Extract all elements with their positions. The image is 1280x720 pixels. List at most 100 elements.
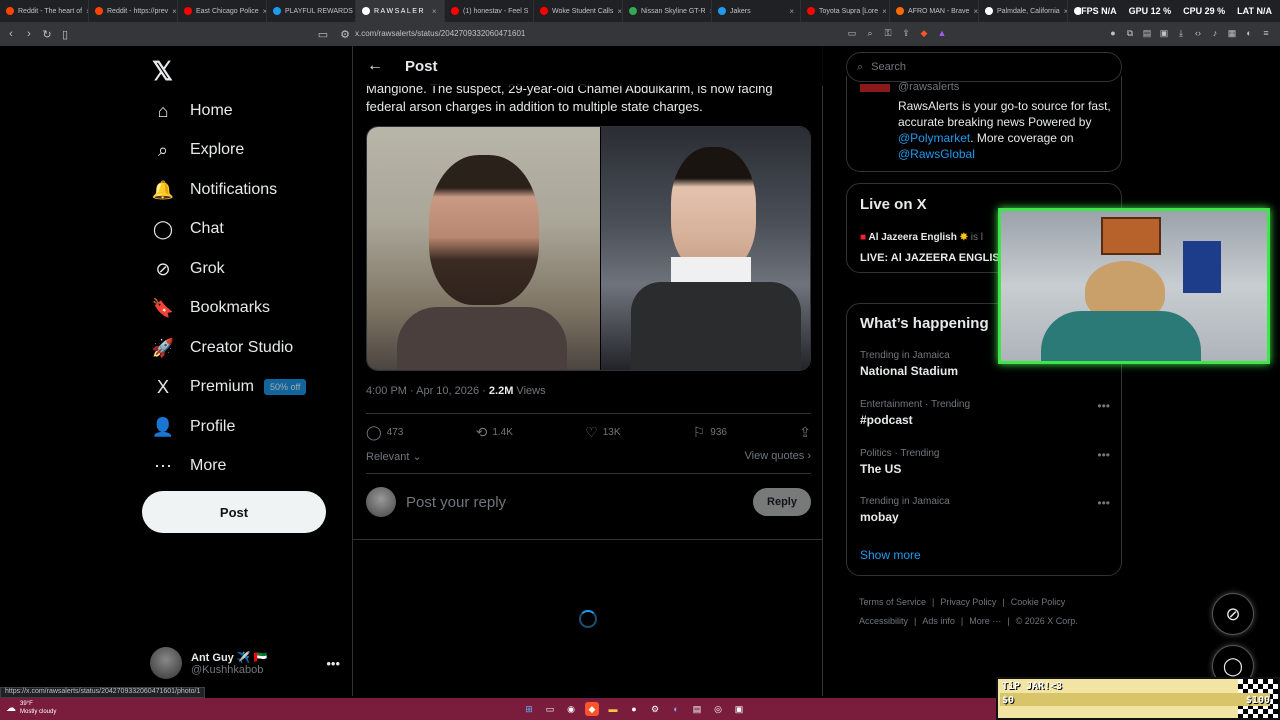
- brave-taskbar-icon[interactable]: ◆: [585, 702, 599, 716]
- account-switcher[interactable]: Ant Guy ✈️ 🇦🇪 @Kushhkabob •••: [150, 643, 340, 683]
- forward-icon[interactable]: ›: [22, 27, 36, 41]
- downloads-icon[interactable]: ⤓: [1175, 27, 1187, 39]
- nav-item-notifications[interactable]: 🔔 Notifications: [152, 179, 277, 201]
- brave-rewards-icon[interactable]: ▲: [936, 27, 948, 39]
- browser-tab[interactable]: Nissan Skyline GT-R×: [623, 0, 712, 22]
- nav-item-more[interactable]: ⋯ More: [152, 455, 226, 477]
- post-timestamp[interactable]: 4:00 PM · Apr 10, 2026 ·: [366, 385, 489, 397]
- tab-close-icon[interactable]: ×: [789, 7, 794, 16]
- browser-tab[interactable]: RAWSALER ×: [356, 0, 445, 22]
- reading-list-icon[interactable]: ▦: [1226, 27, 1238, 39]
- reply-input[interactable]: Post your reply: [406, 494, 506, 511]
- nav-item-chat[interactable]: ◯ Chat: [152, 218, 224, 240]
- file-explorer-icon[interactable]: ▬: [606, 702, 620, 716]
- footer-link[interactable]: Terms of Service: [859, 597, 926, 607]
- footer-link[interactable]: More ···: [969, 616, 1001, 626]
- back-arrow-icon[interactable]: ←: [367, 57, 383, 75]
- x-logo-icon[interactable]: 𝕏: [152, 56, 173, 87]
- brave-shield-icon[interactable]: ◆: [918, 27, 930, 39]
- live-stream-title[interactable]: LIVE: Al JAZEERA ENGLIS: [860, 252, 1000, 264]
- vpn-icon[interactable]: ●: [1107, 27, 1119, 39]
- browser-tab[interactable]: Reddit - https://prev ×: [89, 0, 178, 22]
- repost-action[interactable]: ⟲ 1.4K: [476, 424, 513, 441]
- wallet-icon[interactable]: ▣: [1158, 27, 1170, 39]
- profile-icon[interactable]: ◐: [1243, 27, 1255, 39]
- start-icon[interactable]: ⊞: [522, 702, 536, 716]
- settings-icon[interactable]: ⚙: [648, 702, 662, 716]
- devtools-icon[interactable]: ‹›: [1192, 27, 1204, 39]
- address-input[interactable]: x.com/rawsalerts/status/2042709332060471…: [355, 29, 525, 38]
- trend-item[interactable]: Politics · Trending The US •••: [860, 448, 1110, 476]
- trend-item[interactable]: Entertainment · Trending #podcast •••: [860, 399, 1110, 427]
- footer-link[interactable]: Accessibility: [859, 616, 908, 626]
- live-host[interactable]: ■ Al Jazeera English ✸ is l: [860, 232, 983, 243]
- music-icon[interactable]: ♪: [1209, 27, 1221, 39]
- nav-item-explore[interactable]: ⌕ Explore: [152, 139, 244, 161]
- nav-item-grok[interactable]: ⊘ Grok: [152, 258, 224, 280]
- chrome-icon[interactable]: ◎: [711, 702, 725, 716]
- weather-widget[interactable]: 39°F Mostly cloudy: [20, 700, 56, 716]
- search-bar[interactable]: ⌕ Search: [846, 52, 1122, 82]
- like-action[interactable]: ♡ 13K: [585, 424, 620, 441]
- screen-icon[interactable]: ▭: [846, 27, 858, 39]
- nav-item-profile[interactable]: 👤 Profile: [152, 416, 236, 438]
- grok-float-icon[interactable]: ⊘: [1212, 593, 1254, 635]
- tab-close-icon[interactable]: ×: [172, 7, 177, 16]
- search-input[interactable]: Search: [871, 61, 906, 73]
- notepad-icon[interactable]: ▤: [690, 702, 704, 716]
- nav-item-creator-studio[interactable]: 🚀 Creator Studio: [152, 337, 293, 359]
- share-icon[interactable]: ⇪: [900, 27, 912, 39]
- browser-tab[interactable]: East Chicago Police ×: [178, 0, 267, 22]
- footer-link[interactable]: Privacy Policy: [940, 597, 996, 607]
- trend-item[interactable]: Trending in Jamaica mobay •••: [860, 496, 1110, 524]
- bio-link-polymarket[interactable]: @Polymarket: [898, 131, 970, 145]
- discord-icon[interactable]: ◐: [669, 702, 683, 716]
- footer-link[interactable]: © 2026 X Corp.: [1016, 616, 1078, 626]
- tabs-icon[interactable]: ▤: [1141, 27, 1153, 39]
- post-media[interactable]: [366, 126, 811, 371]
- nav-item-home[interactable]: ⌂ Home: [152, 100, 233, 122]
- profile-handle[interactable]: @rawsalerts: [898, 81, 959, 93]
- browser-tab[interactable]: Toyota Supra [Lore ×: [801, 0, 890, 22]
- trend-more-icon[interactable]: •••: [1097, 496, 1110, 510]
- share-action[interactable]: ⇪: [799, 424, 811, 441]
- extensions-icon[interactable]: ⧉: [1124, 27, 1136, 39]
- post-button[interactable]: Post: [142, 491, 326, 533]
- menu-icon[interactable]: ≡: [1260, 27, 1272, 39]
- more-dots-icon[interactable]: •••: [326, 656, 340, 671]
- bio-link-rawsglobal[interactable]: @RawsGlobal: [898, 147, 975, 161]
- bookmark-page-icon[interactable]: ▭: [316, 27, 330, 41]
- reload-icon[interactable]: ↻: [40, 27, 54, 41]
- reply-button[interactable]: Reply: [753, 488, 811, 516]
- browser-tab[interactable]: Jakers ×: [712, 0, 801, 22]
- task-view-icon[interactable]: ▭: [543, 702, 557, 716]
- browser-tab[interactable]: Reddit - The heart of×: [0, 0, 89, 22]
- browser-tab[interactable]: Woke Student Calls ×: [534, 0, 623, 22]
- footer-link[interactable]: Ads info: [922, 616, 955, 626]
- app-icon[interactable]: ▣: [732, 702, 746, 716]
- bookmark-action[interactable]: ⚐ 936: [693, 424, 727, 441]
- trend-more-icon[interactable]: •••: [1097, 448, 1110, 462]
- tab-close-icon[interactable]: ×: [432, 7, 438, 16]
- browser-tab[interactable]: Palmdale, California ×: [979, 0, 1068, 22]
- mugshot-photo[interactable]: [367, 127, 600, 370]
- nav-item-premium[interactable]: X Premium 50% off: [152, 376, 307, 398]
- nav-item-bookmarks[interactable]: 🔖 Bookmarks: [152, 297, 270, 319]
- show-more-link[interactable]: Show more: [860, 548, 921, 562]
- browser-tab[interactable]: (1) honestav - Feel S×: [445, 0, 534, 22]
- sort-dropdown[interactable]: Relevant ⌄: [366, 450, 422, 463]
- site-info-icon[interactable]: ⚙: [338, 27, 352, 41]
- courtroom-photo[interactable]: [600, 127, 810, 370]
- trend-more-icon[interactable]: •••: [1097, 399, 1110, 413]
- tab-close-icon[interactable]: ×: [882, 7, 887, 16]
- steam-icon[interactable]: ◉: [564, 702, 578, 716]
- footer-link[interactable]: Cookie Policy: [1011, 597, 1066, 607]
- obs-icon[interactable]: ●: [627, 702, 641, 716]
- browser-tab[interactable]: PLAYFUL REWARDS×: [267, 0, 356, 22]
- browser-tab[interactable]: AFRO MAN - Brave ×: [890, 0, 979, 22]
- reply-action[interactable]: ◯ 473: [366, 424, 403, 441]
- back-icon[interactable]: ‹: [4, 27, 18, 41]
- view-quotes-link[interactable]: View quotes ›: [745, 450, 811, 463]
- zoom-icon[interactable]: ⌕: [864, 27, 876, 39]
- tab-close-icon[interactable]: ×: [617, 7, 622, 16]
